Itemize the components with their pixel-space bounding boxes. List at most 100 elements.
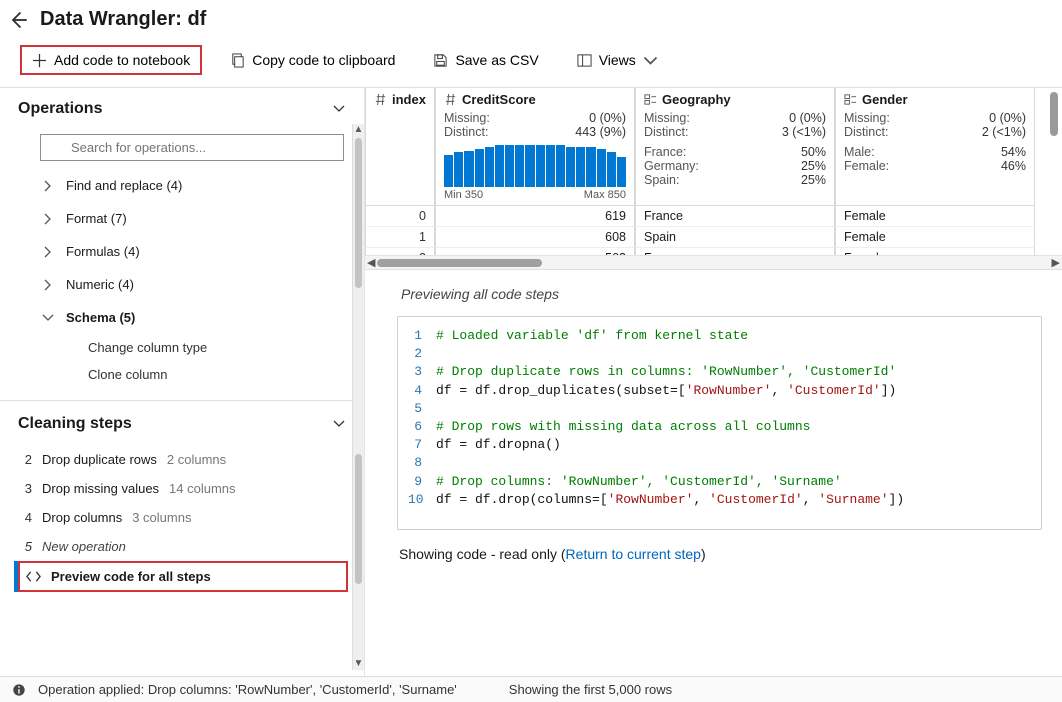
status-rows: Showing the first 5,000 rows (509, 682, 672, 697)
cleaning-steps-header[interactable]: Cleaning steps (18, 415, 346, 439)
column-header[interactable]: GeographyMissing:0 (0%)Distinct:3 (<1%)F… (635, 88, 835, 206)
cleaning-step[interactable]: 2 Drop duplicate rows 2 columns (18, 445, 348, 474)
toolbar: Add code to notebook Copy code to clipbo… (0, 39, 1062, 88)
operation-group-label: Find and replace (4) (66, 178, 182, 193)
search-input[interactable] (40, 134, 344, 161)
save-csv-label: Save as CSV (455, 52, 538, 68)
views-button[interactable]: Views (567, 47, 668, 73)
code-line: 9# Drop columns: 'RowNumber', 'CustomerI… (408, 473, 1031, 491)
save-csv-button[interactable]: Save as CSV (423, 47, 548, 73)
layout-icon (577, 53, 592, 68)
code-line: 10df = df.drop(columns=['RowNumber', 'Cu… (408, 491, 1031, 509)
code-line: 2 (408, 345, 1031, 363)
status-bar: Operation applied: Drop columns: 'RowNum… (0, 676, 1062, 702)
table-cell: 0 (365, 206, 435, 227)
column-title: CreditScore (462, 92, 536, 107)
add-code-label: Add code to notebook (54, 52, 190, 68)
table-cell: 502 (435, 248, 635, 255)
cleaning-step[interactable]: 3Drop missing values14 columns (18, 474, 348, 503)
table-cell: Female (835, 248, 1035, 255)
cleaning-step[interactable]: 5 New operation (18, 532, 348, 561)
copy-icon (230, 53, 245, 68)
left-panel: Operations Find and replace (4) Format (7… (0, 88, 365, 676)
code-line: 4df = df.drop_duplicates(subset=['RowNum… (408, 382, 1031, 400)
operation-group-label: Format (7) (66, 211, 127, 226)
copy-code-label: Copy code to clipboard (252, 52, 395, 68)
table-cell: 1 (365, 227, 435, 248)
hash-icon (374, 93, 387, 106)
add-code-button[interactable]: Add code to notebook (20, 45, 202, 75)
category-icon (844, 93, 857, 106)
step-title: Drop missing values (42, 481, 159, 496)
table-cell: 608 (435, 227, 635, 248)
operation-item[interactable]: Clone column (38, 361, 344, 388)
chevron-right-icon (42, 279, 54, 291)
step-meta: 3 columns (132, 510, 191, 525)
chevron-down-icon (643, 53, 658, 68)
operation-group[interactable]: Numeric (4) (38, 268, 344, 301)
step-title: Drop duplicate rows (42, 452, 157, 467)
code-line: 3# Drop duplicate rows in columns: 'RowN… (408, 363, 1031, 381)
status-message: Operation applied: Drop columns: 'RowNum… (38, 682, 457, 697)
chevron-down-icon (332, 102, 346, 116)
step-title: Drop columns (42, 510, 122, 525)
column-title: index (392, 92, 426, 107)
return-to-step-link[interactable]: Return to current step (566, 546, 701, 562)
operation-item[interactable]: Change column type (38, 334, 344, 361)
table-cell: Female (835, 206, 1035, 227)
operation-group[interactable]: Format (7) (38, 202, 344, 235)
views-label: Views (599, 52, 636, 68)
column-header[interactable]: index (365, 88, 435, 206)
code-block: 1# Loaded variable 'df' from kernel stat… (397, 316, 1042, 530)
chevron-right-icon (42, 246, 54, 258)
step-meta: 2 columns (167, 452, 226, 467)
plus-icon (32, 53, 47, 68)
code-line: 5 (408, 400, 1031, 418)
histogram (444, 145, 626, 187)
code-line: 8 (408, 454, 1031, 472)
step-number: 4 (20, 510, 32, 525)
column-header[interactable]: CreditScoreMissing:0 (0%)Distinct:443 (9… (435, 88, 635, 206)
step-title: New operation (42, 539, 126, 554)
info-icon (12, 683, 26, 697)
grid-horizontal-scrollbar[interactable]: ◀ ▶ (365, 255, 1062, 269)
cleaning-step[interactable]: 4 Drop columns 3 columns (18, 503, 348, 532)
table-cell: 619 (435, 206, 635, 227)
code-footer: Showing code - read only (Return to curr… (397, 530, 1042, 570)
table-cell: 2 (365, 248, 435, 255)
operation-group-label: Schema (5) (66, 310, 135, 325)
operations-header[interactable]: Operations (18, 100, 346, 124)
table-cell: France (635, 248, 835, 255)
table-cell: Spain (635, 227, 835, 248)
chevron-down-icon (42, 312, 54, 324)
category-icon (644, 93, 657, 106)
chevron-right-icon (42, 213, 54, 225)
left-scrollbar[interactable]: ▲ ▼ (352, 124, 364, 670)
code-line: 7df = df.dropna() (408, 436, 1031, 454)
page-title: Data Wrangler: df (40, 8, 206, 31)
table-cell: France (635, 206, 835, 227)
operation-group[interactable]: Formulas (4) (38, 235, 344, 268)
hash-icon (444, 93, 457, 106)
step-label: Preview code for all steps (51, 569, 211, 584)
operation-group[interactable]: Find and replace (4) (38, 169, 344, 202)
preview-all-steps[interactable]: Preview code for all steps (18, 561, 348, 592)
column-title: Geography (662, 92, 731, 107)
step-number: 5 (20, 539, 32, 554)
step-number: 2 (20, 452, 32, 467)
chevron-right-icon (42, 180, 54, 192)
grid-vertical-scrollbar[interactable] (1048, 90, 1060, 240)
column-header[interactable]: GenderMissing:0 (0%)Distinct:2 (<1%)Male… (835, 88, 1035, 206)
table-cell: Female (835, 227, 1035, 248)
column-title: Gender (862, 92, 908, 107)
code-preview-title: Previewing all code steps (397, 286, 1042, 316)
operation-group[interactable]: Schema (5) (38, 301, 344, 334)
operation-group-label: Formulas (4) (66, 244, 140, 259)
save-icon (433, 53, 448, 68)
copy-code-button[interactable]: Copy code to clipboard (220, 47, 405, 73)
operation-group-label: Numeric (4) (66, 277, 134, 292)
code-line: 1# Loaded variable 'df' from kernel stat… (408, 327, 1031, 345)
step-number: 3 (20, 481, 32, 496)
back-button[interactable] (8, 10, 28, 30)
chevron-down-icon (332, 417, 346, 431)
